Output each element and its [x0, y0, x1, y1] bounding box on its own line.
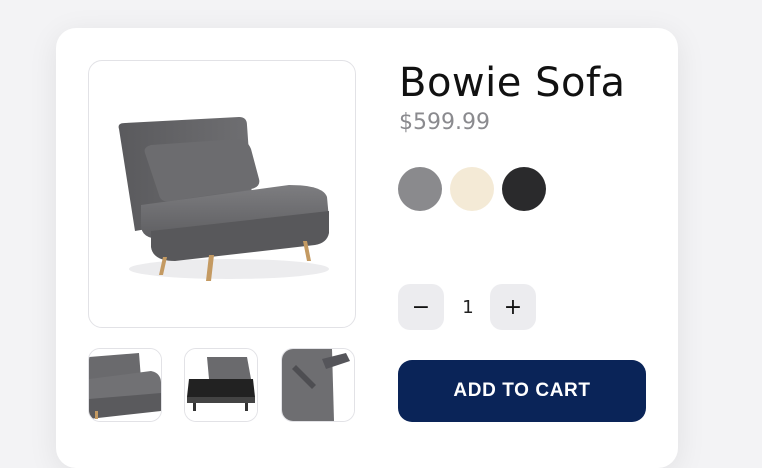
- quantity-increment-button[interactable]: +: [490, 284, 536, 330]
- sofa-chair-illustration: [118, 117, 329, 281]
- add-to-cart-button[interactable]: ADD TO CART: [398, 360, 646, 422]
- sofa-side-fold-thumbnail: [282, 349, 354, 421]
- swatch-gray[interactable]: [398, 167, 442, 211]
- thumbnail-3[interactable]: [281, 348, 355, 422]
- quantity-value: 1: [462, 296, 474, 318]
- sofa-bed-unfolded-thumbnail: [185, 349, 257, 421]
- minus-icon: −: [411, 294, 431, 320]
- swatch-cream[interactable]: [450, 167, 494, 211]
- thumbnail-2[interactable]: [184, 348, 258, 422]
- quantity-decrement-button[interactable]: −: [398, 284, 444, 330]
- swatch-black[interactable]: [502, 167, 546, 211]
- product-price: $599.99: [399, 110, 490, 135]
- product-title: Bowie Sofa: [399, 60, 626, 106]
- product-main-image: [88, 60, 356, 328]
- sofa-closeup-thumbnail: [89, 349, 161, 421]
- plus-icon: +: [503, 294, 523, 320]
- thumbnail-1[interactable]: [88, 348, 162, 422]
